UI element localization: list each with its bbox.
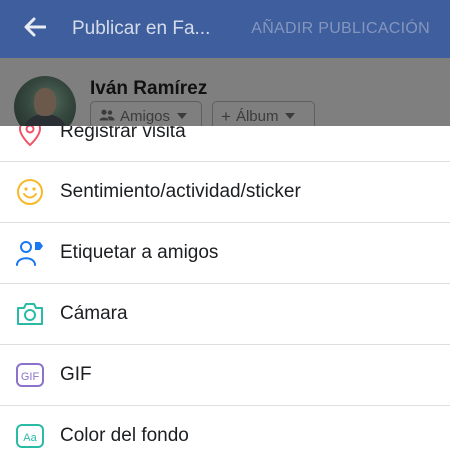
- back-button[interactable]: [22, 17, 48, 42]
- post-composer-screen: Publicar en Fa... AÑADIR PUBLICACIÓN Ivá…: [0, 0, 450, 450]
- page-title: Publicar en Fa...: [72, 18, 211, 39]
- camera-icon: [14, 298, 46, 330]
- top-app-bar: Publicar en Fa... AÑADIR PUBLICACIÓN: [0, 0, 450, 58]
- composer-header: Iván Ramírez Amigos + Álbum: [0, 58, 450, 138]
- option-label: Registrar visita: [60, 126, 186, 142]
- option-label: GIF: [60, 364, 92, 385]
- plus-icon: +: [221, 106, 231, 126]
- option-label: Sentimiento/actividad/sticker: [60, 181, 301, 202]
- option-feeling-activity[interactable]: Sentimiento/actividad/sticker: [0, 162, 450, 222]
- user-name: Iván Ramírez: [90, 78, 208, 99]
- option-background-color[interactable]: Aa Color del fondo: [0, 406, 450, 450]
- option-label: Color del fondo: [60, 425, 189, 446]
- chevron-down-icon: [177, 113, 188, 119]
- option-label: Etiquetar a amigos: [60, 242, 219, 263]
- option-tag-friends[interactable]: Etiquetar a amigos: [0, 223, 450, 283]
- post-options-sheet: Registrar visita Sentimiento/actividad/s…: [0, 126, 450, 450]
- option-check-in[interactable]: Registrar visita: [0, 126, 450, 162]
- gif-icon: GIF: [14, 359, 46, 391]
- text-background-icon: Aa: [14, 420, 46, 450]
- audience-label: Amigos: [120, 107, 171, 125]
- album-label: Álbum: [235, 107, 279, 125]
- svg-text:GIF: GIF: [21, 371, 40, 383]
- option-gif[interactable]: GIF GIF: [0, 345, 450, 405]
- chevron-down-icon: [285, 113, 296, 119]
- option-camera[interactable]: Cámara: [0, 284, 450, 344]
- svg-text:Aa: Aa: [23, 432, 37, 444]
- location-pin-icon: [14, 126, 46, 148]
- smiley-icon: [14, 176, 46, 208]
- add-post-button[interactable]: AÑADIR PUBLICACIÓN: [251, 0, 430, 58]
- back-arrow-icon: [24, 17, 47, 42]
- tag-friends-icon: [14, 237, 46, 269]
- option-label: Cámara: [60, 303, 128, 324]
- friends-icon: [99, 108, 115, 125]
